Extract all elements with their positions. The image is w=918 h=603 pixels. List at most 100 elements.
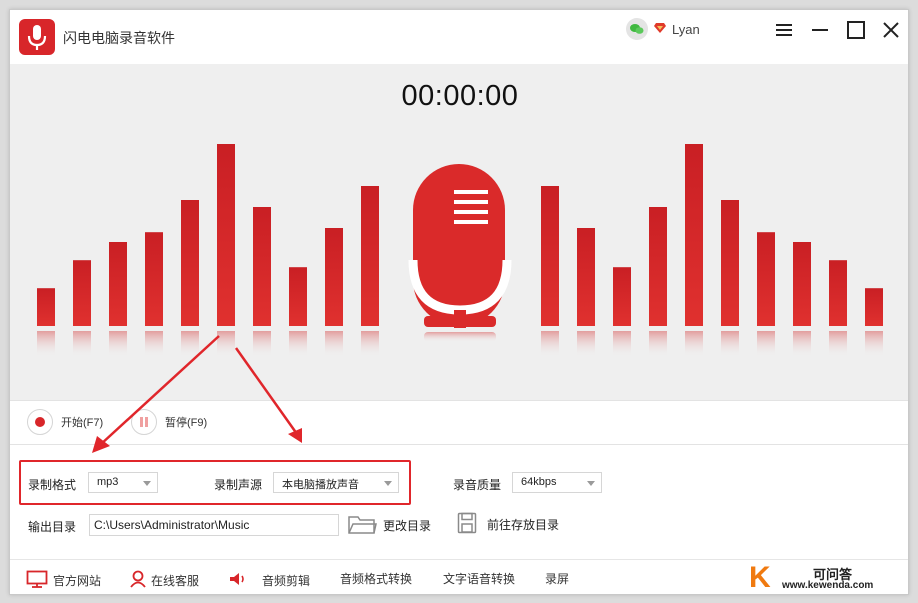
level-bar-right-3 (613, 267, 631, 326)
output-dir-label: 输出目录 (28, 520, 77, 534)
level-bar-reflection-right-4 (649, 331, 667, 357)
source-select[interactable]: 本电脑播放声音 (273, 472, 399, 493)
level-bar-reflection-left-5 (181, 331, 199, 357)
level-bar-right-6 (721, 200, 739, 326)
close-icon[interactable] (880, 19, 902, 41)
level-bar-right-4 (649, 207, 667, 326)
recording-display: 00:00:00 (10, 64, 908, 400)
app-window: 闪电电脑录音软件 Lyan 00:00:00 开始(F7) 暂停(F9) 录制格… (9, 9, 909, 595)
website-link[interactable]: 官方网站 (26, 570, 101, 591)
level-bar-right-2 (577, 228, 595, 326)
quality-select[interactable]: 64kbps (512, 472, 602, 493)
quality-label: 录音质量 (453, 478, 502, 492)
user-area[interactable]: Lyan (626, 18, 700, 40)
pause-label[interactable]: 暂停(F9) (165, 414, 207, 430)
title-bar: 闪电电脑录音软件 Lyan (10, 10, 908, 64)
output-dir-field[interactable]: C:\Users\Administrator\Music (89, 514, 339, 536)
level-bar-right-1 (541, 186, 559, 326)
open-dir-button[interactable]: 前往存放目录 (457, 512, 559, 537)
level-bar-left-7 (253, 207, 271, 326)
watermark-logo: K 可问答 www.kewenda.com (749, 561, 908, 594)
level-bar-left-3 (109, 242, 127, 326)
level-bar-reflection-right-10 (865, 331, 883, 357)
level-bar-reflection-right-2 (577, 331, 595, 357)
format-convert-link[interactable]: 音频格式转换 (340, 570, 412, 587)
level-bar-reflection-left-10 (361, 331, 379, 357)
start-button[interactable]: 开始(F7) (27, 409, 103, 435)
level-bar-left-9 (325, 228, 343, 326)
level-bar-reflection-right-8 (793, 331, 811, 357)
level-bar-reflection-left-7 (253, 331, 271, 357)
format-convert-label[interactable]: 音频格式转换 (340, 570, 412, 587)
format-value: mp3 (97, 476, 119, 488)
tts-link[interactable]: 文字语音转换 (443, 570, 515, 587)
level-bar-reflection-left-1 (37, 331, 55, 357)
level-bar-reflection-left-8 (289, 331, 307, 357)
menu-icon[interactable] (773, 19, 795, 41)
app-title: 闪电电脑录音软件 (63, 30, 175, 46)
level-bar-reflection-right-1 (541, 331, 559, 357)
change-dir-button[interactable]: 更改目录 (347, 512, 431, 539)
user-name[interactable]: Lyan (672, 22, 700, 37)
source-value: 本电脑播放声音 (282, 479, 359, 491)
level-bar-left-2 (73, 260, 91, 326)
tts-label[interactable]: 文字语音转换 (443, 570, 515, 587)
folder-icon (347, 512, 377, 539)
level-bar-reflection-right-9 (829, 331, 847, 357)
quality-value: 64kbps (521, 476, 557, 488)
save-icon (457, 512, 477, 537)
microphone-icon (19, 19, 55, 55)
minimize-icon[interactable] (809, 19, 831, 41)
open-dir-label[interactable]: 前往存放目录 (487, 516, 559, 533)
chevron-down-icon (143, 481, 151, 486)
support-label[interactable]: 在线客服 (151, 572, 199, 589)
change-dir-label[interactable]: 更改目录 (383, 517, 431, 534)
level-bar-reflection-left-2 (73, 331, 91, 357)
level-bar-right-7 (757, 232, 775, 326)
level-bar-left-4 (145, 232, 163, 326)
watermark-letter: K (749, 561, 771, 594)
level-bar-reflection-left-4 (145, 331, 163, 357)
level-bar-reflection-left-3 (109, 331, 127, 357)
large-microphone-icon (408, 164, 512, 342)
settings-panel: 录制格式 mp3 录制声源 本电脑播放声音 录音质量 64kbps 输出目录 C… (10, 446, 908, 559)
watermark-url: www.kewenda.com (782, 580, 874, 591)
format-select[interactable]: mp3 (88, 472, 158, 493)
level-bar-left-10 (361, 186, 379, 326)
wechat-icon[interactable] (626, 18, 648, 40)
chevron-down-icon (384, 481, 392, 486)
level-bar-right-8 (793, 242, 811, 326)
level-bar-left-8 (289, 267, 307, 326)
screen-record-label[interactable]: 录屏 (545, 570, 569, 587)
level-bar-reflection-right-7 (757, 331, 775, 357)
pause-button[interactable]: 暂停(F9) (131, 409, 207, 435)
audio-edit-link[interactable]: 音频剪辑 (228, 570, 310, 591)
level-bar-reflection-left-6 (217, 331, 235, 357)
chevron-down-icon (587, 481, 595, 486)
support-link[interactable]: 在线客服 (129, 570, 199, 591)
format-label: 录制格式 (28, 478, 77, 492)
pause-icon[interactable] (131, 409, 157, 435)
recording-timer: 00:00:00 (401, 80, 519, 112)
start-label[interactable]: 开始(F7) (61, 414, 103, 430)
level-bar-reflection-right-3 (613, 331, 631, 357)
recording-controls: 开始(F7) 暂停(F9) (10, 400, 908, 445)
maximize-icon[interactable] (845, 19, 867, 41)
user-icon (129, 570, 147, 591)
level-bar-reflection-left-9 (325, 331, 343, 357)
record-icon[interactable] (27, 409, 53, 435)
website-label[interactable]: 官方网站 (53, 572, 101, 589)
vip-gem-icon (654, 22, 666, 36)
level-bar-left-5 (181, 200, 199, 326)
source-label: 录制声源 (214, 478, 263, 492)
audio-edit-label[interactable]: 音频剪辑 (262, 572, 310, 589)
screen-record-link[interactable]: 录屏 (545, 570, 569, 587)
level-bar-right-9 (829, 260, 847, 326)
level-bar-right-10 (865, 288, 883, 326)
level-bar-left-1 (37, 288, 55, 326)
level-bar-reflection-right-5 (685, 331, 703, 357)
speaker-icon (228, 570, 248, 591)
monitor-icon (26, 570, 48, 591)
level-bar-left-6 (217, 144, 235, 326)
audio-level-visualizer (37, 144, 883, 357)
